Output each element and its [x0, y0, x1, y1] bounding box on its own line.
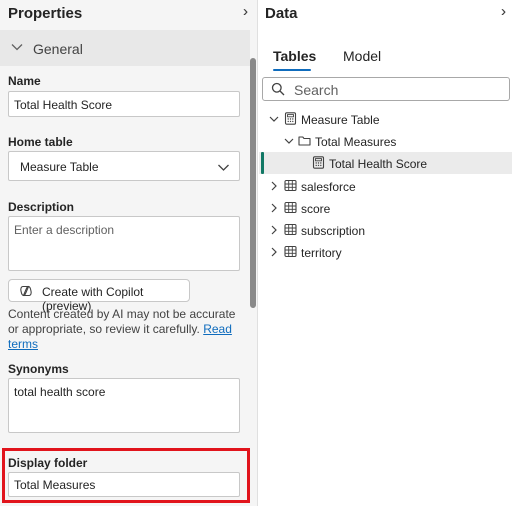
tab-model[interactable]: Model: [343, 48, 381, 64]
tab-tables[interactable]: Tables: [273, 48, 316, 64]
description-textarea[interactable]: Enter a description: [8, 216, 240, 271]
general-section-header[interactable]: General: [0, 30, 250, 66]
chevron-down-icon: [218, 164, 229, 171]
chevron-down-icon: [11, 44, 23, 51]
tree-item-score[interactable]: score: [259, 197, 512, 219]
tree-item-measure-table[interactable]: Measure Table: [259, 108, 512, 130]
properties-scrollbar[interactable]: [250, 58, 256, 308]
table-icon: [284, 245, 297, 258]
name-label: Name: [8, 74, 41, 88]
ai-disclaimer: Content created by AI may not be accurat…: [8, 307, 246, 352]
data-title: Data: [265, 5, 298, 22]
display-folder-highlight: [2, 448, 250, 503]
tree-item-salesforce[interactable]: salesforce: [259, 175, 512, 197]
chevron-right-icon: [271, 225, 277, 235]
collapse-properties-button[interactable]: ››: [234, 4, 252, 22]
tree-item-total-measures-folder[interactable]: Total Measures: [259, 130, 512, 152]
create-with-copilot-button[interactable]: Create with Copilot (preview): [8, 279, 190, 313]
tree-item-label: Total Health Score: [329, 157, 428, 171]
chevron-down-icon: [284, 138, 294, 144]
calculator-table-icon: [284, 112, 297, 125]
home-table-value: Measure Table: [20, 160, 99, 174]
tree-item-total-health-score[interactable]: Total Health Score: [259, 152, 512, 174]
tree-item-territory[interactable]: territory: [259, 241, 512, 263]
synonyms-textarea[interactable]: total health score: [8, 378, 240, 433]
name-input[interactable]: Total Health Score: [8, 91, 240, 117]
measure-calculator-icon: [312, 156, 325, 169]
data-pane: Data ›› Tables Model Measure Table: [259, 0, 512, 506]
tree-item-label: score: [301, 202, 331, 216]
table-icon: [284, 201, 297, 214]
description-placeholder: Enter a description: [14, 223, 115, 237]
tree-item-subscription[interactable]: subscription: [259, 219, 512, 241]
section-label: General: [33, 41, 83, 57]
properties-pane: Properties ›› General Name Total Health …: [0, 0, 258, 506]
description-label: Description: [8, 200, 75, 214]
tree-item-label: salesforce: [301, 180, 356, 194]
chevron-right-icon: [271, 181, 277, 191]
home-table-dropdown[interactable]: Measure Table: [8, 151, 240, 181]
synonyms-label: Synonyms: [8, 362, 69, 376]
disclaimer-text: Content created by AI may not be accurat…: [8, 307, 236, 336]
chevron-down-icon: [269, 116, 279, 122]
tree-item-label: Measure Table: [301, 113, 380, 127]
collapse-data-button[interactable]: ››: [492, 4, 510, 22]
selection-indicator: [261, 152, 264, 174]
home-table-label: Home table: [8, 135, 73, 149]
tree-item-label: Total Measures: [315, 135, 397, 149]
chevron-right-icon: [271, 203, 277, 213]
search-box[interactable]: [262, 77, 510, 101]
tree-item-label: territory: [301, 246, 342, 260]
active-tab-indicator: [273, 69, 311, 71]
properties-title: Properties: [8, 5, 83, 22]
tree-item-label: subscription: [301, 224, 366, 238]
table-icon: [284, 179, 297, 192]
copilot-icon: [20, 285, 32, 297]
search-icon: [271, 82, 285, 96]
chevron-right-icon: [271, 247, 277, 257]
table-icon: [284, 223, 297, 236]
search-input[interactable]: [294, 81, 494, 98]
folder-icon: [298, 136, 311, 146]
